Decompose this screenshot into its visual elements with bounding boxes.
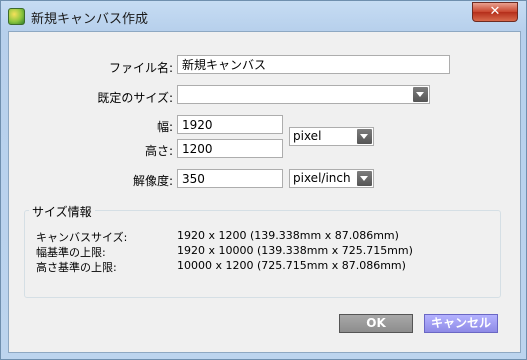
preset-size-label: 既定のサイズ: xyxy=(97,91,173,105)
title-bar[interactable]: 新規キャンバス作成 ✕ xyxy=(1,1,526,31)
ok-button[interactable]: OK xyxy=(339,314,413,333)
height-limit-label: 高さ基準の上限: xyxy=(36,261,117,274)
preset-size-select[interactable] xyxy=(177,85,430,104)
size-info-title: サイズ情報 xyxy=(29,203,95,220)
height-limit-value: 10000 x 1200 (725.715mm x 87.086mm) xyxy=(177,259,406,272)
height-label: 高さ: xyxy=(144,144,173,158)
width-input[interactable]: 1920 xyxy=(177,115,283,134)
dialog-body: ファイル名: 新規キャンバス 既定のサイズ: 幅: 1920 高さ: 1200 … xyxy=(8,31,521,353)
app-icon xyxy=(8,8,25,25)
width-label: 幅: xyxy=(156,120,173,134)
canvas-size-label: キャンバスサイズ: xyxy=(36,231,128,244)
resolution-unit-select[interactable]: pixel/inch xyxy=(289,169,374,188)
width-limit-value: 1920 x 10000 (139.338mm x 725.715mm) xyxy=(177,244,413,257)
height-input[interactable]: 1200 xyxy=(177,139,283,158)
size-unit-value: pixel xyxy=(293,129,322,143)
canvas-size-value: 1920 x 1200 (139.338mm x 87.086mm) xyxy=(177,229,399,242)
filename-label: ファイル名: xyxy=(108,61,173,75)
size-unit-select[interactable]: pixel xyxy=(289,127,374,146)
cancel-button[interactable]: キャンセル xyxy=(424,314,498,333)
dropdown-arrow-icon[interactable] xyxy=(413,87,428,102)
resolution-input[interactable]: 350 xyxy=(177,169,283,188)
filename-input[interactable]: 新規キャンバス xyxy=(177,55,450,74)
resolution-unit-value: pixel/inch xyxy=(293,171,351,185)
window-title: 新規キャンバス作成 xyxy=(31,12,149,27)
close-button[interactable]: ✕ xyxy=(472,2,518,22)
dropdown-arrow-icon[interactable] xyxy=(357,171,372,186)
close-icon: ✕ xyxy=(489,4,501,19)
dialog-window: 新規キャンバス作成 ✕ ファイル名: 新規キャンバス 既定のサイズ: 幅: 19… xyxy=(0,0,527,360)
dropdown-arrow-icon[interactable] xyxy=(357,129,372,144)
resolution-label: 解像度: xyxy=(132,174,173,188)
width-limit-label: 幅基準の上限: xyxy=(36,246,106,259)
